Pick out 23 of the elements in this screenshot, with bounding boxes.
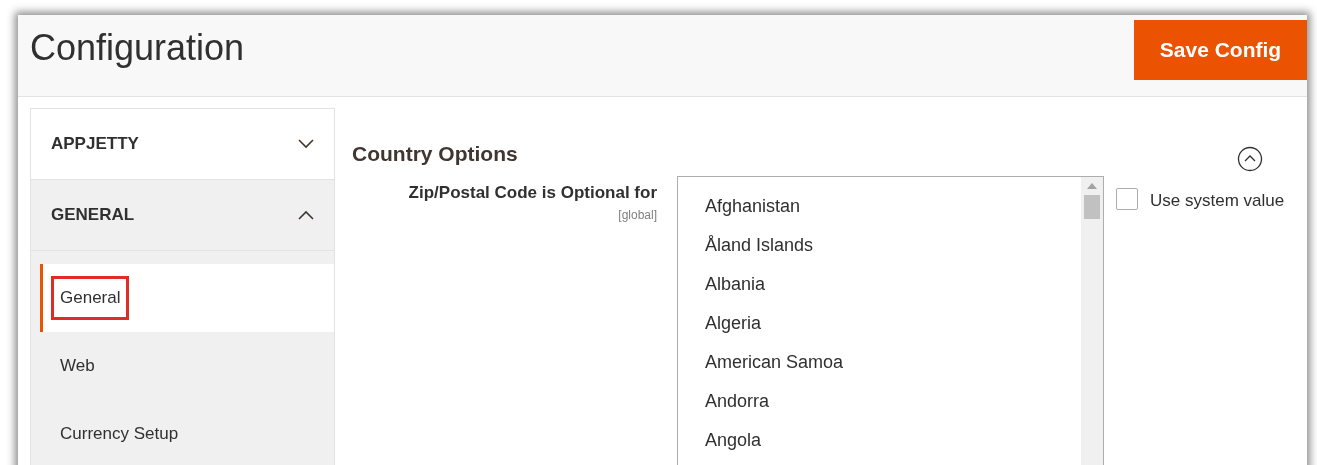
collapse-icon[interactable] — [1237, 146, 1263, 172]
country-option[interactable]: Afghanistan — [705, 193, 1081, 232]
country-option[interactable]: Andorra — [705, 388, 1081, 427]
sidebar-group-header[interactable]: APPJETTY — [31, 109, 334, 180]
section-title: Country Options — [352, 141, 518, 168]
chevron-down-icon — [298, 139, 314, 149]
country-option[interactable]: Algeria — [705, 310, 1081, 349]
page-title: Configuration — [30, 26, 245, 70]
chevron-up-icon — [298, 210, 314, 220]
scrollbar-thumb[interactable] — [1084, 195, 1100, 219]
sidebar-item[interactable]: General — [40, 264, 334, 332]
field-label: Zip/Postal Code is Optional for — [408, 182, 657, 204]
scope-label: [global] — [618, 206, 657, 224]
use-system-value-checkbox[interactable] — [1116, 188, 1138, 210]
country-option[interactable]: Angola — [705, 427, 1081, 465]
country-option[interactable]: American Samoa — [705, 349, 1081, 388]
scrollbar[interactable] — [1081, 177, 1103, 465]
scroll-up-arrow-icon[interactable] — [1087, 183, 1097, 189]
use-system-value-label: Use system value — [1150, 190, 1285, 212]
save-config-button[interactable]: Save Config — [1134, 20, 1307, 80]
country-option[interactable]: Albania — [705, 271, 1081, 310]
country-option[interactable]: Åland Islands — [705, 232, 1081, 271]
country-listbox[interactable]: Afghanistan Åland Islands Albania Algeria American Samoa Andorra Angola — [677, 176, 1104, 465]
